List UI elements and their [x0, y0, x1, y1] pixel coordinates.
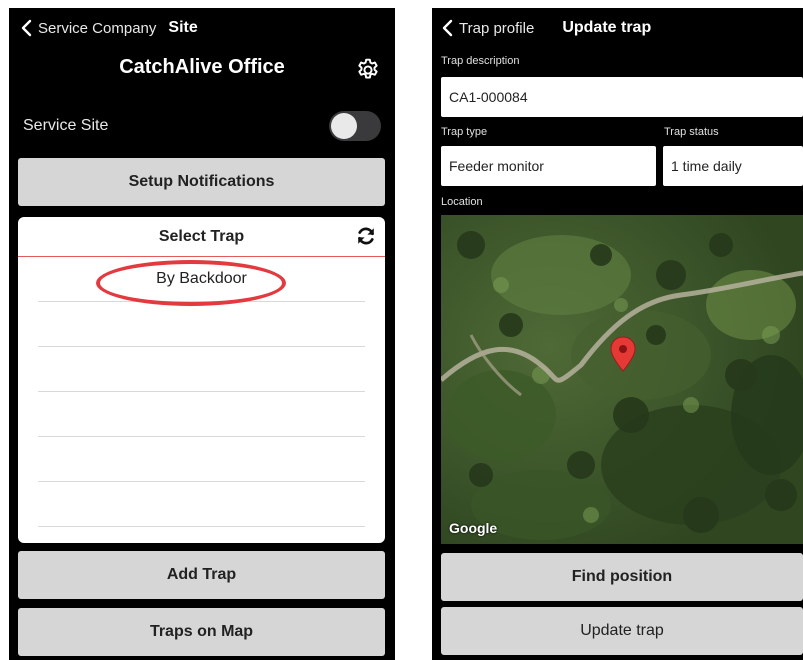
trap-status-label: Trap status: [664, 126, 719, 138]
trap-status-field[interactable]: 1 time daily: [663, 146, 803, 186]
select-trap-panel: Select Trap By Backdoor: [18, 217, 385, 543]
trap-list-item-empty: [38, 392, 365, 437]
toggle-knob: [331, 113, 357, 139]
nav-current-title: Site: [168, 19, 198, 36]
traps-on-map-button[interactable]: Traps on Map: [18, 608, 385, 656]
trap-list-item-empty: [38, 302, 365, 347]
trap-description-field[interactable]: CA1-000084: [441, 77, 803, 117]
trap-list-item-empty: [38, 482, 365, 527]
back-button[interactable]: Trap profile: [440, 19, 534, 37]
site-screen: Service Company Site CatchAlive Office S…: [9, 8, 395, 660]
chevron-left-icon: [21, 19, 32, 37]
update-trap-screen: Trap profile Update trap Trap descriptio…: [432, 8, 803, 660]
page-title: CatchAlive Office: [119, 56, 285, 78]
setup-notifications-button[interactable]: Setup Notifications: [18, 158, 385, 206]
trap-type-label: Trap type: [441, 126, 488, 138]
trap-type-field[interactable]: Feeder monitor: [441, 146, 656, 186]
nav-current-title: Update trap: [562, 19, 652, 36]
select-trap-header: Select Trap: [18, 217, 385, 257]
map-attribution: Google: [449, 520, 498, 536]
refresh-icon[interactable]: [355, 225, 377, 247]
nav-bar: Service Company Site: [9, 8, 395, 48]
trap-list-item[interactable]: By Backdoor: [38, 257, 365, 302]
back-button[interactable]: Service Company: [19, 19, 156, 37]
location-map[interactable]: Google: [441, 215, 803, 544]
service-site-label: Service Site: [23, 117, 109, 134]
gear-icon[interactable]: [355, 57, 381, 83]
update-trap-button[interactable]: Update trap: [441, 607, 803, 655]
trap-description-label: Trap description: [441, 55, 520, 67]
trap-list-item-empty: [38, 437, 365, 482]
add-trap-button[interactable]: Add Trap: [18, 551, 385, 599]
trap-list: By Backdoor: [18, 257, 385, 527]
select-trap-title: Select Trap: [158, 227, 245, 245]
find-position-button[interactable]: Find position: [441, 553, 803, 601]
service-site-row: Service Site: [23, 108, 381, 144]
chevron-left-icon: [442, 19, 453, 37]
service-site-toggle[interactable]: [329, 111, 381, 141]
nav-bar: Trap profile Update trap: [432, 8, 803, 48]
satellite-map-image: [441, 215, 803, 544]
back-button-label: Trap profile: [459, 19, 535, 37]
trap-list-item-empty: [38, 347, 365, 392]
back-button-label: Service Company: [38, 19, 157, 37]
location-label: Location: [441, 196, 483, 208]
